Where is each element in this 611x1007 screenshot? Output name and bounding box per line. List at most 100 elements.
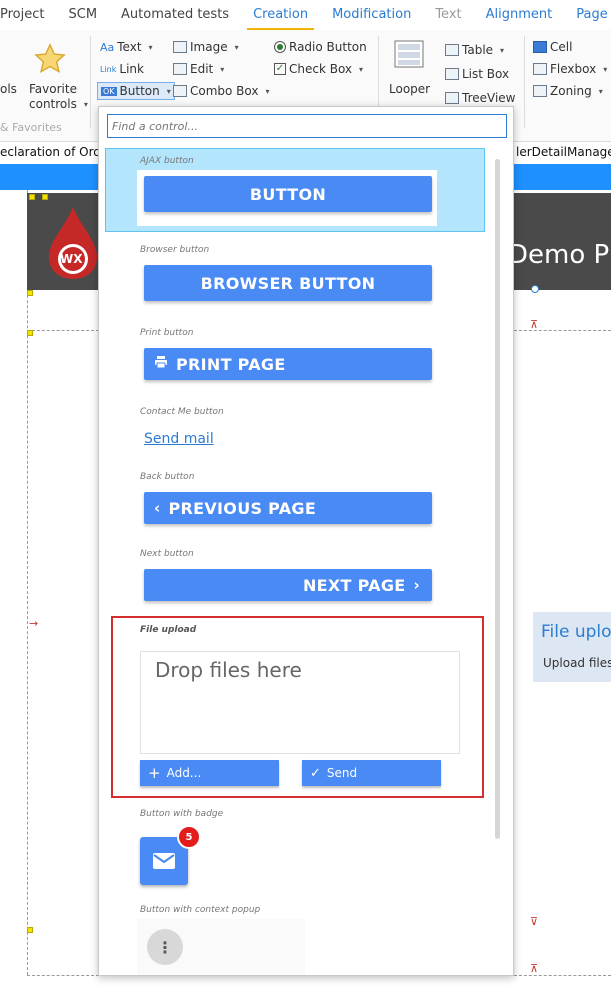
ribbon-separator (524, 36, 525, 128)
browser-button-label: Browser button (140, 245, 210, 255)
button-control[interactable]: OK Button ▾ (97, 82, 175, 100)
tab-creation[interactable]: Creation (241, 1, 320, 30)
chevron-down-icon: ▾ (234, 42, 239, 52)
tab-automated-tests[interactable]: Automated tests (109, 1, 241, 29)
cell-icon (533, 41, 547, 53)
radio-icon (274, 41, 286, 53)
table-control[interactable]: Table ▾ (445, 43, 504, 57)
editor-tab-right[interactable]: lerDetailManager (514, 142, 611, 164)
chevron-down-icon: ▾ (359, 64, 364, 74)
print-button-text: PRINT PAGE (176, 354, 286, 374)
checkbox-icon: ✓ (274, 63, 286, 75)
editor-tab-left[interactable]: eclaration of Ord (0, 142, 98, 164)
tab-modification[interactable]: Modification (320, 1, 423, 29)
page-header-bar-right (514, 164, 611, 190)
chevron-right-icon: › (413, 576, 420, 594)
favorite-controls-text: controls (29, 97, 77, 111)
contact-button-label: Contact Me button (140, 407, 224, 417)
text-control-label: Text (117, 40, 142, 54)
text-control[interactable]: Aa Text ▾ (100, 40, 153, 54)
favorite-controls-label-2[interactable]: controls ▾ (29, 97, 88, 111)
looper-label[interactable]: Looper (389, 82, 430, 96)
chevron-down-icon: ▾ (598, 86, 603, 96)
star-icon[interactable] (33, 42, 67, 76)
tree-view-control[interactable]: TreeView (445, 91, 515, 105)
file-drop-zone[interactable]: Drop files here (140, 651, 460, 754)
control-search-input[interactable] (107, 114, 507, 138)
previous-page-button[interactable]: ‹ PREVIOUS PAGE (144, 492, 432, 524)
link-control[interactable]: Link Link (100, 62, 144, 76)
page-header-bar-left (0, 164, 98, 190)
link-icon: Link (100, 64, 117, 74)
chevron-left-icon: ‹ (154, 499, 161, 517)
ajax-button-text: BUTTON (249, 184, 327, 204)
resize-handle[interactable] (42, 194, 48, 200)
popup-scrollbar[interactable] (495, 159, 500, 839)
edit-control[interactable]: Edit ▾ (173, 62, 224, 76)
tab-text[interactable]: Text (423, 1, 473, 29)
combo-box-control[interactable]: Combo Box ▾ (173, 84, 270, 98)
send-files-text: Send (326, 766, 358, 780)
send-files-button[interactable]: ✓ Send (302, 760, 441, 786)
add-files-text: Add... (166, 766, 202, 780)
send-mail-link[interactable]: Send mail (144, 431, 214, 447)
page-guide-mid-right (514, 330, 611, 331)
browser-button[interactable]: BROWSER BUTTON (144, 265, 432, 301)
zoning-control[interactable]: Zoning ▾ (533, 84, 603, 98)
combo-box-icon (173, 85, 187, 97)
cell-control[interactable]: Cell (533, 40, 572, 54)
chevron-down-icon: ▾ (603, 64, 608, 74)
radio-button-label: Radio Button (289, 40, 367, 54)
page-guide-bottom-left (27, 975, 99, 976)
list-box-icon (445, 68, 459, 80)
chevron-down-icon: ▾ (265, 86, 270, 96)
page-guide-bottom-right (514, 975, 611, 976)
windev-logo: WX (47, 205, 99, 281)
back-button-label: Back button (140, 472, 195, 482)
context-menu-button[interactable]: ⋮ (147, 929, 183, 965)
add-files-button[interactable]: + Add... (140, 760, 279, 786)
flexbox-control[interactable]: Flexbox ▾ (533, 62, 607, 76)
notification-badge: 5 (177, 825, 201, 849)
favorite-controls-label-1[interactable]: Favorite (29, 82, 77, 96)
table-label: Table (462, 43, 494, 57)
check-box-control[interactable]: ✓ Check Box ▾ (274, 62, 363, 76)
resize-handle[interactable] (27, 290, 33, 296)
print-button[interactable]: PRINT PAGE (144, 348, 432, 380)
image-control[interactable]: Image ▾ (173, 40, 239, 54)
radio-button-control[interactable]: Radio Button (274, 40, 367, 54)
logo-text: WX (60, 252, 83, 266)
button-icon: OK (101, 86, 117, 96)
file-upload-title: File uploa (541, 622, 611, 642)
resize-handle[interactable] (27, 927, 33, 933)
printer-icon (154, 355, 168, 373)
anchor-marker-icon: ⊽ (530, 915, 539, 928)
list-box-control[interactable]: List Box (445, 67, 509, 81)
header-title: Demo Pro (508, 240, 611, 270)
badge-button-label: Button with badge (140, 809, 224, 819)
next-button-label: Next button (140, 549, 194, 559)
tab-project[interactable]: Project (0, 1, 56, 29)
flexbox-icon (533, 63, 547, 75)
chevron-down-icon: ▾ (500, 45, 505, 55)
print-button-label: Print button (140, 328, 194, 338)
anchor-handle[interactable] (531, 285, 539, 293)
tools-label[interactable]: ols (0, 82, 17, 96)
chevron-down-icon: ▾ (166, 86, 171, 96)
tab-page[interactable]: Page (564, 1, 611, 29)
chevron-down-icon: ▾ (220, 64, 225, 74)
tab-scm[interactable]: SCM (56, 1, 109, 29)
chevron-down-icon: ▾ (148, 42, 153, 52)
looper-icon[interactable] (394, 40, 424, 68)
edit-control-label: Edit (190, 62, 214, 76)
ribbon-separator (90, 36, 91, 128)
file-upload-subtitle: Upload files b (543, 656, 611, 670)
context-button-label: Button with context popup (140, 905, 261, 915)
resize-handle[interactable] (29, 194, 35, 200)
anchor-marker-icon: ⊼ (530, 318, 539, 331)
ajax-button[interactable]: BUTTON (144, 176, 432, 212)
control-catalog-popup: AJAX button BUTTON Browser button BROWSE… (98, 106, 514, 976)
resize-handle[interactable] (27, 330, 33, 336)
next-page-button[interactable]: NEXT PAGE › (144, 569, 432, 601)
tab-alignment[interactable]: Alignment (474, 1, 565, 29)
